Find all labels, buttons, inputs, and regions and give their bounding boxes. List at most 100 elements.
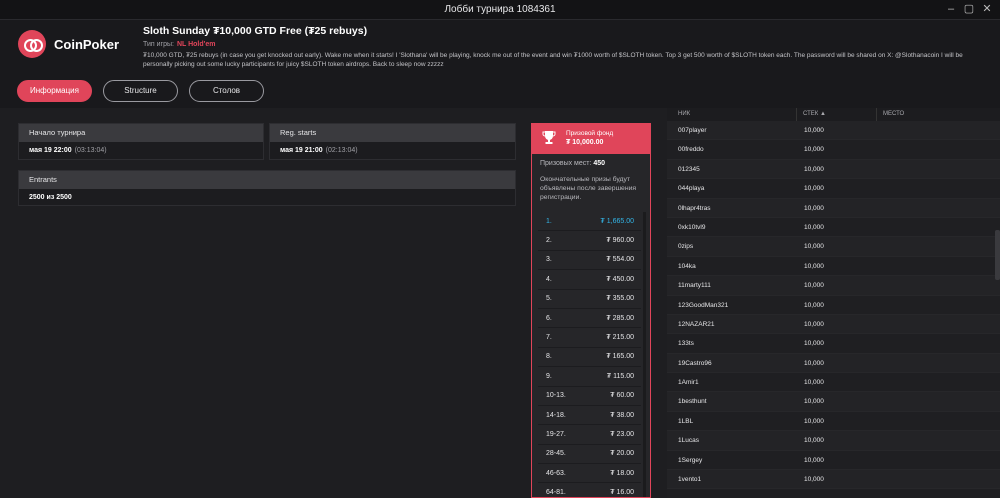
player-name: 1LBL	[678, 417, 694, 425]
prize-place: 19-27.	[546, 430, 566, 438]
prize-place: 14-18.	[546, 411, 566, 419]
tournament-description: ₮10,000 GTD, ₮25 rebuys (in case you get…	[143, 52, 963, 68]
prize-places: Призовых мест: 450	[540, 160, 606, 167]
player-stack: 10,000	[804, 398, 824, 406]
player-row[interactable]: 012345 10,000	[667, 159, 1000, 180]
tournament-name: Sloth Sunday ₮10,000 GTD Free (₮25 rebuy…	[143, 25, 368, 37]
player-row[interactable]: 0zips 10,000	[667, 237, 1000, 257]
prize-row: 8. ₮ 165.00	[538, 348, 641, 368]
prize-amount: ₮ 285.00	[606, 314, 634, 322]
player-row[interactable]: 11marty111 10,000	[667, 276, 1000, 296]
player-name: 133ts	[678, 340, 694, 348]
prize-row: 9. ₮ 115.00	[538, 367, 641, 387]
prize-amount: ₮ 18.00	[610, 469, 634, 477]
player-row[interactable]: 19Castro96 10,000	[667, 353, 1000, 374]
player-row[interactable]: 123GoodMan321 10,000	[667, 295, 1000, 315]
player-name: 19Castro96	[678, 359, 712, 367]
tab-structure[interactable]: Structure	[103, 80, 178, 102]
player-name: 044playa	[678, 185, 705, 193]
prize-amount: ₮ 20.00	[610, 450, 634, 458]
prize-row: 19-27. ₮ 23.00	[538, 425, 641, 445]
col-place-header[interactable]: МЕСТО	[877, 108, 904, 121]
lobby-tabs: Информация Structure Столов	[17, 80, 264, 102]
tournament-info: Sloth Sunday ₮10,000 GTD Free (₮25 rebuy…	[143, 25, 993, 69]
tab-tables[interactable]: Столов	[189, 80, 264, 102]
prize-amount: ₮ 1,665.00	[600, 217, 634, 225]
player-stack: 10,000	[804, 379, 824, 387]
player-name: 1besthunt	[678, 398, 707, 406]
player-stack: 10,000	[804, 340, 824, 348]
player-stack: 10,000	[804, 185, 824, 193]
col-stack-header[interactable]: СТЕК ▲	[797, 108, 877, 121]
player-row[interactable]: 044playa 10,000	[667, 179, 1000, 199]
entrants-box: Entrants 2500 из 2500	[18, 170, 516, 206]
prize-place: 46-63.	[546, 469, 566, 477]
prize-list: 1. ₮ 1,665.00 2. ₮ 960.00 3. ₮ 554.00 4. ₮ 450.…	[538, 212, 641, 497]
start-time-label: Начало турнира	[19, 124, 263, 142]
prize-row: 2. ₮ 960.00	[538, 231, 641, 251]
prize-place: 64-81.	[546, 489, 566, 497]
player-stack: 10,000	[804, 262, 824, 270]
prize-pool-value: ₮ 10,000.00	[566, 139, 604, 146]
prize-pool-header: Призовой фонд ₮ 10,000.00	[532, 124, 650, 154]
reg-start-label: Reg. starts	[270, 124, 515, 142]
tab-info[interactable]: Информация	[17, 80, 92, 102]
player-row[interactable]: 1LBL 10,000	[667, 411, 1000, 432]
player-name: 0xk10tvl9	[678, 223, 706, 231]
player-row[interactable]: 133ts 10,000	[667, 334, 1000, 354]
player-row[interactable]: 1Sergey 10,000	[667, 450, 1000, 471]
prize-place: 3.	[546, 256, 552, 264]
player-row[interactable]: 1vento1 10,000	[667, 470, 1000, 490]
prize-amount: ₮ 215.00	[606, 334, 634, 342]
player-row[interactable]: 1Lucas 10,000	[667, 431, 1000, 451]
player-stack: 10,000	[804, 476, 824, 484]
player-stack: 10,000	[804, 456, 824, 464]
minimize-icon[interactable]: –	[944, 2, 958, 16]
player-row[interactable]: 12NAZAR21 10,000	[667, 314, 1000, 335]
close-icon[interactable]: ✕	[980, 2, 994, 16]
prize-row: 5. ₮ 355.00	[538, 290, 641, 309]
game-type-label: Тип игры:	[143, 41, 174, 48]
player-name: 0lhapr4tras	[678, 204, 711, 212]
player-row[interactable]: 0xk10tvl9 10,000	[667, 217, 1000, 238]
player-name: 12NAZAR21	[678, 320, 715, 328]
reg-start-value: мая 19 21:00 (02:13:04)	[280, 147, 358, 154]
player-row[interactable]: 007player 10,000	[667, 121, 1000, 141]
player-row[interactable]: 00freddo 10,000	[667, 140, 1000, 160]
players-scrollbar[interactable]	[995, 230, 1000, 280]
player-stack: 10,000	[804, 204, 824, 212]
maximize-icon[interactable]: ▢	[962, 2, 976, 16]
prize-amount: ₮ 23.00	[610, 430, 634, 438]
brand-logo: CoinPoker	[18, 30, 119, 58]
prize-row: 4. ₮ 450.00	[538, 270, 641, 290]
prize-scrollbar[interactable]	[643, 212, 646, 497]
player-row[interactable]: 1besthunt 10,000	[667, 392, 1000, 412]
start-time-value: мая 19 22:00 (03:13:04)	[29, 147, 107, 154]
player-name: 0zips	[678, 243, 694, 251]
player-row[interactable]: 104ka 10,000	[667, 256, 1000, 277]
prize-pool-label: Призовой фонд	[566, 130, 614, 137]
reg-start-box: Reg. starts мая 19 21:00 (02:13:04)	[269, 123, 516, 160]
col-name-header[interactable]: НИК	[667, 108, 797, 121]
player-name: 00freddo	[678, 146, 704, 154]
prize-row: 6. ₮ 285.00	[538, 309, 641, 329]
player-stack: 10,000	[804, 165, 824, 173]
brand-name: CoinPoker	[54, 36, 120, 52]
player-name: 1vento1	[678, 476, 702, 484]
game-type-value: NL Hold'em	[176, 41, 216, 48]
player-stack: 10,000	[804, 223, 824, 231]
prize-amount: ₮ 115.00	[606, 372, 634, 380]
player-row[interactable]: 0lhapr4tras 10,000	[667, 198, 1000, 218]
player-row[interactable]: 1Amir1 10,000	[667, 373, 1000, 393]
player-stack: 10,000	[804, 282, 824, 290]
entrants-label: Entrants	[19, 171, 515, 189]
trophy-icon	[542, 131, 556, 144]
game-type: Тип игры: NL Hold'em	[143, 41, 993, 48]
coinpoker-logo-icon	[18, 30, 46, 58]
prize-amount: ₮ 355.00	[606, 295, 634, 303]
entrants-value: 2500 из 2500	[29, 194, 72, 201]
player-name: 1Lucas	[678, 437, 699, 445]
start-time-box: Начало турнира мая 19 22:00 (03:13:04)	[18, 123, 264, 160]
prize-amount: ₮ 38.00	[610, 411, 634, 419]
player-stack: 10,000	[804, 417, 824, 425]
